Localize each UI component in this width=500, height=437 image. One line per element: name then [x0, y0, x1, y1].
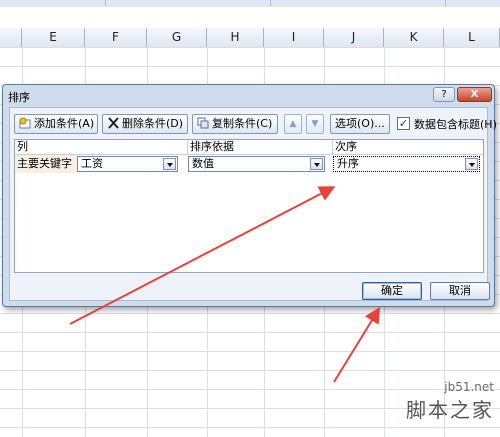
dialog-toolbar: 添加条件(A) 删除条件(D) 复制条件(C) ▲ ▼ 选项(O)... ✓ 数…: [14, 114, 497, 136]
cancel-button[interactable]: 取消: [430, 282, 490, 300]
ribbon-segment: [0, 0, 106, 6]
copy-icon: [197, 117, 210, 129]
table-header: 列 排序依据 次序: [15, 140, 483, 155]
chevron-down-icon[interactable]: [310, 158, 323, 170]
delete-x-icon: [107, 117, 120, 129]
column-header[interactable]: F: [85, 28, 147, 47]
delete-level-button[interactable]: 删除条件(D): [102, 114, 188, 134]
move-down-button[interactable]: ▼: [306, 114, 324, 134]
sort-order-select[interactable]: 升序: [333, 156, 480, 172]
sort-dialog: 排序 ? X 添加条件(A) 删除条件(D) 复制条件(C) ▲ ▼ 选项(O)…: [2, 84, 497, 307]
sort-levels-table: 列 排序依据 次序 主要关键字 工资 数值 升序: [14, 139, 484, 273]
help-button[interactable]: ?: [433, 87, 455, 102]
column-header-blank[interactable]: [0, 28, 22, 47]
has-headers-checkbox[interactable]: ✓: [397, 117, 410, 130]
column-header[interactable]: I: [264, 28, 324, 47]
dialog-titlebar[interactable]: 排序 ? X: [3, 85, 494, 105]
copy-level-label: 复制条件(C): [212, 117, 273, 130]
column-header-order: 次序: [335, 140, 357, 153]
column-header-sort-on: 排序依据: [188, 140, 333, 154]
column-header[interactable]: G: [147, 28, 207, 47]
watermark: jb51.net 脚本之家: [406, 380, 494, 423]
formula-area: [0, 7, 500, 29]
sort-column-select[interactable]: 工资: [77, 156, 178, 172]
ribbon-segment: [270, 0, 446, 6]
sort-on-value: 数值: [192, 157, 214, 170]
add-level-label: 添加条件(A): [34, 117, 95, 130]
delete-level-label: 删除条件(D): [122, 117, 184, 130]
has-headers-label: 数据包含标题(H): [414, 118, 497, 131]
column-header[interactable]: L: [444, 28, 500, 47]
column-header[interactable]: E: [22, 28, 85, 47]
chevron-down-icon[interactable]: [465, 158, 478, 170]
copy-level-button[interactable]: 复制条件(C): [192, 114, 278, 134]
watermark-url: jb51.net: [444, 380, 494, 394]
primary-key-label: 主要关键字: [15, 155, 77, 173]
add-level-icon: [19, 117, 32, 129]
add-level-button[interactable]: 添加条件(A): [14, 114, 98, 134]
sort-column-value: 工资: [81, 157, 103, 170]
dialog-body: 添加条件(A) 删除条件(D) 复制条件(C) ▲ ▼ 选项(O)... ✓ 数…: [9, 107, 497, 301]
sort-on-select[interactable]: 数值: [188, 156, 325, 172]
close-button[interactable]: X: [457, 87, 492, 102]
column-header-bar: E F G H I J K L: [0, 28, 500, 48]
chevron-down-icon[interactable]: [163, 158, 176, 170]
watermark-brand: 脚本之家: [406, 398, 494, 422]
move-up-button[interactable]: ▲: [284, 114, 302, 134]
sort-level-row[interactable]: 主要关键字 工资 数值 升序: [15, 155, 483, 173]
dialog-title: 排序: [8, 91, 30, 104]
ribbon-segment: [105, 0, 271, 6]
column-header[interactable]: K: [384, 28, 444, 47]
options-button[interactable]: 选项(O)...: [330, 114, 390, 134]
column-header[interactable]: J: [324, 28, 384, 47]
ok-button[interactable]: 确定: [362, 282, 422, 300]
column-header[interactable]: H: [207, 28, 264, 47]
sort-order-value: 升序: [337, 157, 359, 170]
column-header-column: 列: [15, 140, 188, 154]
